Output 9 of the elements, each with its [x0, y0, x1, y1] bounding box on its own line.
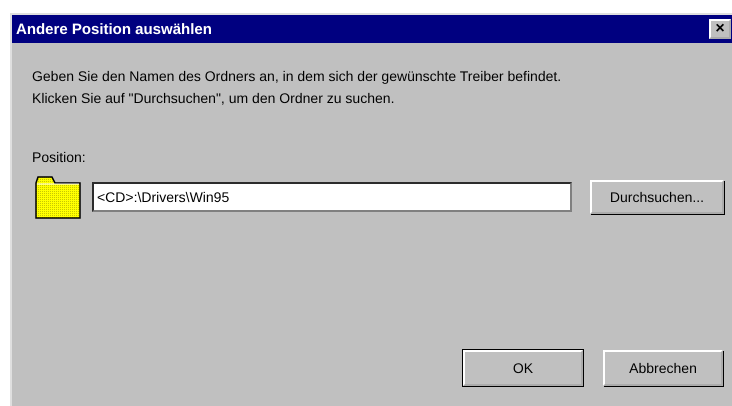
position-label: Position: [32, 149, 87, 165]
instruction-text: Geben Sie den Namen des Ordners an, in dem sich der gewünschte Treiber befindet. Klicken Sie auf "Durchsuchen", um den Ordner zu suchen. [32, 67, 562, 108]
window-title: Andere Position auswählen [16, 20, 212, 38]
dialog-button[interactable]: Abbrechen [603, 350, 723, 386]
dialog-button[interactable]: OK [463, 350, 583, 386]
position-field[interactable]: <CD>:\Drivers\Win95 [92, 182, 572, 212]
close-button[interactable]: × [709, 19, 731, 39]
folder-icon [34, 175, 82, 219]
browse-button[interactable]: Durchsuchen... [590, 180, 724, 214]
